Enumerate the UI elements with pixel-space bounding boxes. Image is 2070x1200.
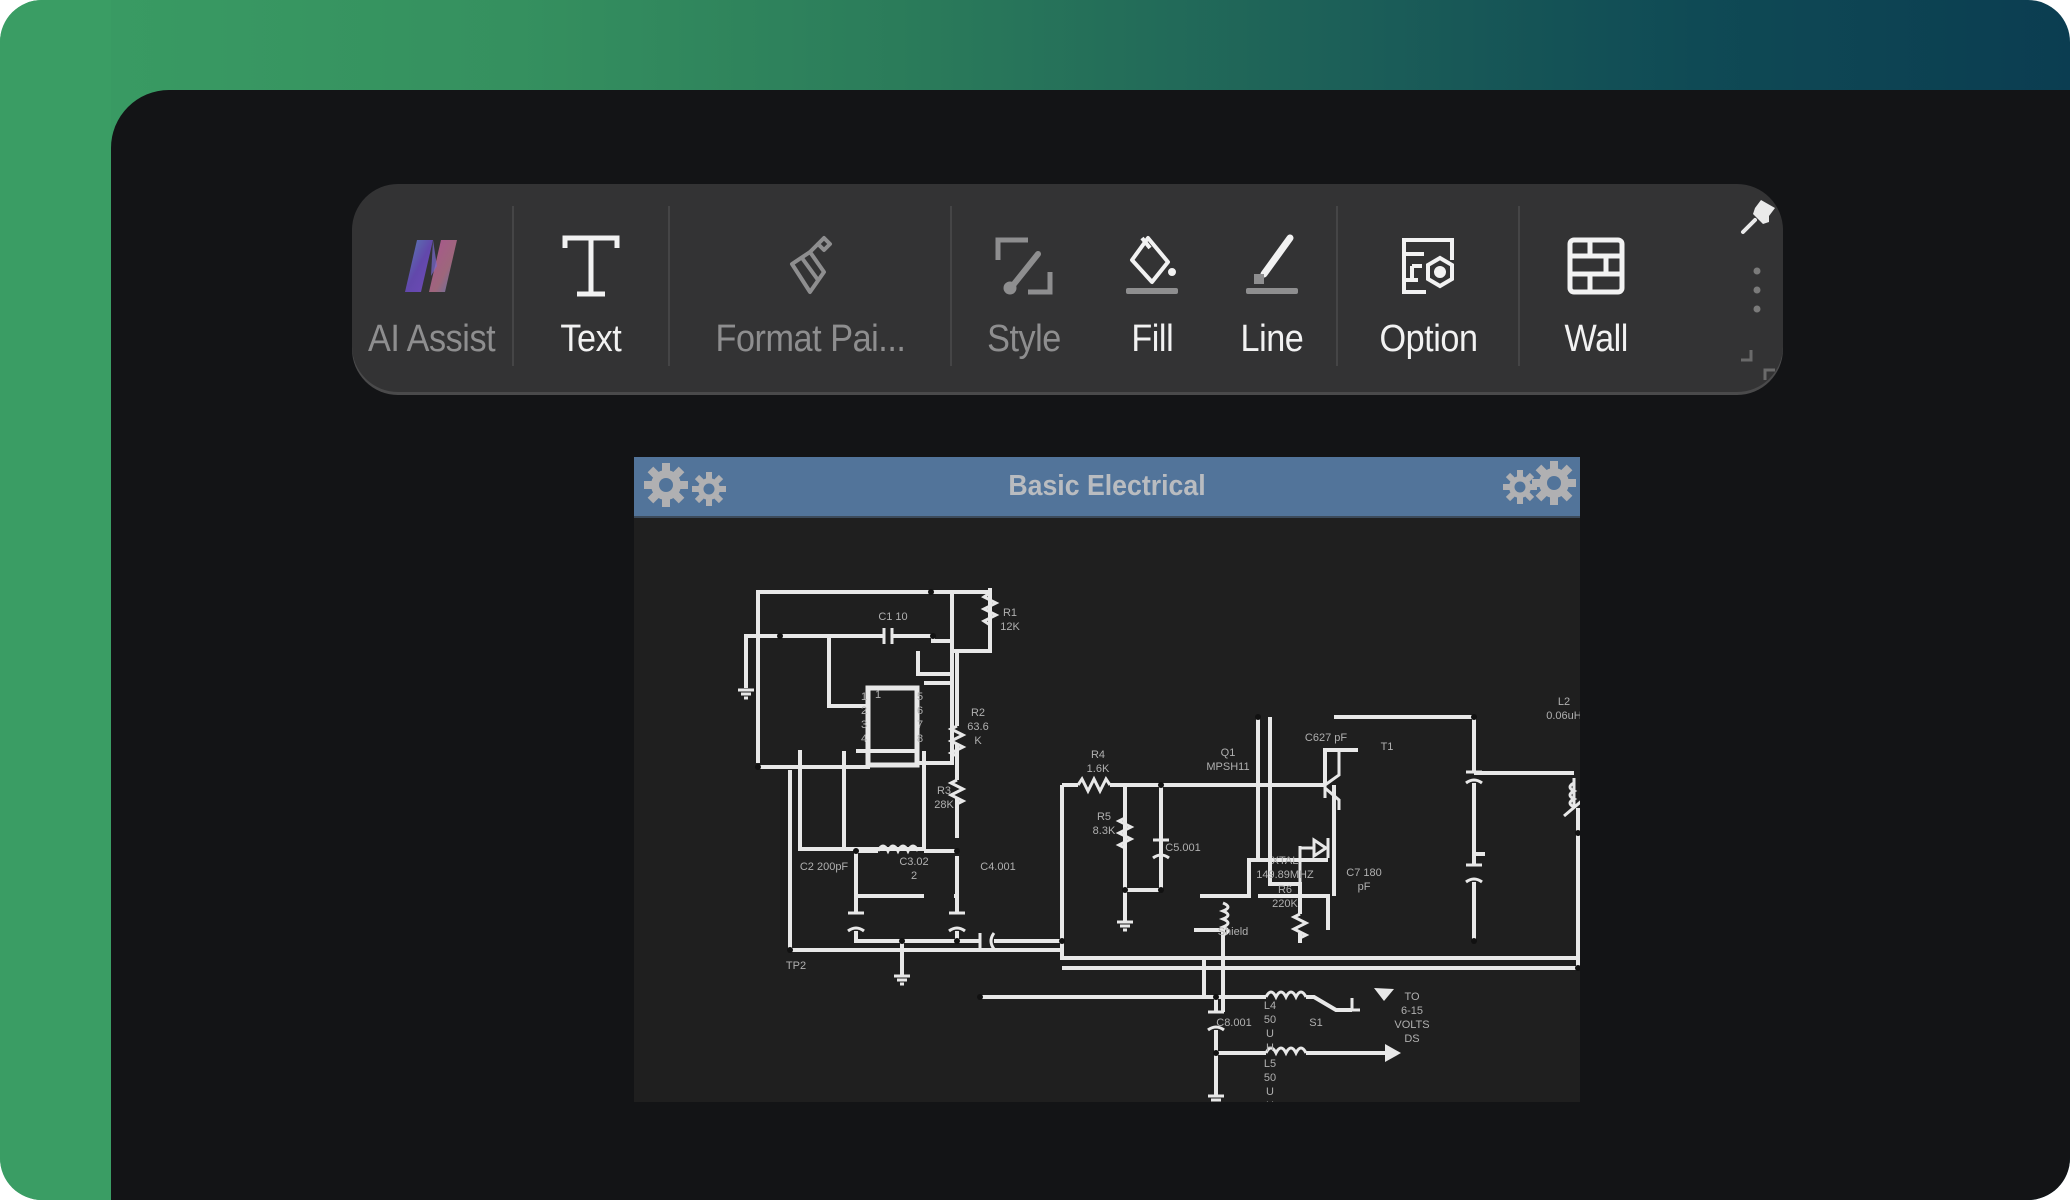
label-s1: S1 (1309, 1017, 1322, 1029)
label-c7-name: C7 180 (1346, 867, 1381, 879)
circuit-canvas[interactable]: C1 10 R1 12K R2 63.6 K R3 28K 1 2 3 4 1 … (634, 518, 1654, 1112)
label-r4-name: R4 (1091, 749, 1105, 761)
toolbar-label-line: Line (1240, 318, 1304, 360)
label-tp2: TP2 (786, 960, 806, 972)
label-power-4: DS (1404, 1033, 1419, 1045)
label-r5-name: R5 (1097, 811, 1111, 823)
toolbar-button-text[interactable]: Text (514, 184, 668, 392)
label-power-2: 6-15 (1401, 1005, 1423, 1017)
label-l4-name: L4 (1264, 1000, 1276, 1012)
label-pin-2: 2 (861, 705, 867, 717)
label-r5-value: 8.3K (1093, 825, 1116, 837)
label-l2-value: 0.06uH (1546, 710, 1580, 722)
label-l5-value: 50 (1264, 1072, 1276, 1084)
label-r3-name: R3 (937, 785, 951, 797)
label-c2: C2 200pF (800, 861, 849, 873)
toolbar-side-controls (1735, 184, 1783, 392)
label-r6-value: 220K (1272, 898, 1298, 910)
circuit-labels: C1 10 R1 12K R2 63.6 K R3 28K 1 2 3 4 1 … (786, 607, 1582, 1112)
label-r3-value: 28K (934, 799, 954, 811)
diagram-window[interactable]: Basic Electrical C1 10 R1 12K R2 63.6 K … (634, 457, 1654, 1112)
text-icon (559, 218, 623, 314)
label-pin-7: 7 (917, 719, 923, 731)
label-pin-5: 5 (917, 691, 923, 703)
label-xtal-name: XTAL (1272, 855, 1299, 867)
label-l4-h: H (1266, 1042, 1274, 1054)
label-c5: C5.001 (1165, 842, 1200, 854)
label-t1: T1 (1381, 741, 1394, 753)
more-vertical-icon[interactable] (1751, 266, 1763, 321)
floating-toolbar: AI Assist Text Format Pai... Style Fill … (352, 184, 1783, 392)
label-r2-unit: K (974, 735, 982, 747)
label-c3-value: 2 (911, 870, 917, 882)
toolbar-label-fill: Fill (1131, 318, 1173, 360)
label-shield: Shield (1218, 926, 1249, 938)
label-pin-6: 6 (917, 705, 923, 717)
label-l5-name: L5 (1264, 1058, 1276, 1070)
label-pin-8: 8 (917, 733, 923, 745)
toolbar-button-option[interactable]: Option (1338, 184, 1518, 392)
label-c1: C1 10 (878, 611, 907, 623)
label-l2-name: L2 (1558, 696, 1570, 708)
label-c3-name: C3.02 (899, 856, 928, 868)
label-l5-h: H (1266, 1100, 1274, 1102)
diagram-title: Basic Electrical (1008, 470, 1206, 502)
toolbar-label-wall: Wall (1564, 318, 1628, 360)
toolbar-button-line[interactable]: Line (1208, 184, 1336, 392)
arrow-s1 (1374, 988, 1394, 1001)
label-c8: C8.001 (1216, 1017, 1251, 1029)
label-r1-value: 12K (1000, 621, 1020, 633)
arrow-l5 (1385, 1044, 1401, 1062)
label-c4: C4.001 (980, 861, 1015, 873)
label-c7-unit: pF (1358, 881, 1371, 893)
label-xtal-value: 149.89MHZ (1256, 869, 1314, 881)
label-power-1: TO (1404, 991, 1420, 1003)
circuit-nodes (755, 589, 1581, 1056)
gears-icon[interactable] (1498, 459, 1578, 516)
fill-icon (1120, 218, 1184, 314)
line-icon (1240, 218, 1304, 314)
label-l4-value: 50 (1264, 1014, 1276, 1026)
toolbar-label-option: Option (1378, 318, 1478, 360)
toolbar-button-ai-assist[interactable]: AI Assist (352, 184, 512, 392)
wall-icon (1564, 218, 1628, 314)
toolbar-button-wall[interactable]: Wall (1520, 184, 1672, 392)
label-pin-3: 3 (861, 719, 867, 731)
toolbar-button-fill[interactable]: Fill (1096, 184, 1208, 392)
label-pin-inner: 1 (875, 689, 881, 701)
toolbar-button-style[interactable]: Style (952, 184, 1096, 392)
label-r2-value: 63.6 (967, 721, 988, 733)
label-r1-name: R1 (1003, 607, 1017, 619)
label-c6: C627 pF (1305, 732, 1347, 744)
label-l5-u: U (1266, 1086, 1274, 1098)
label-pin-1: 1 (861, 691, 867, 703)
label-l4-u: U (1266, 1028, 1274, 1040)
circuit-wires (744, 588, 1651, 1096)
toolbar-label-style: Style (987, 318, 1061, 360)
label-q1-name: Q1 (1221, 747, 1236, 759)
pin-icon[interactable] (1739, 196, 1779, 241)
option-icon (1396, 218, 1460, 314)
ai-assist-icon (397, 218, 467, 314)
label-r6-name: R6 (1278, 884, 1292, 896)
diagram-header: Basic Electrical (634, 457, 1580, 518)
toolbar-label-text: Text (560, 318, 622, 360)
resize-corner-icon[interactable] (1737, 344, 1777, 389)
toolbar-label-format-painter: Format Pai... (715, 318, 905, 360)
toolbar-button-format-painter[interactable]: Format Pai... (670, 184, 950, 392)
circuit-schematic: C1 10 R1 12K R2 63.6 K R3 28K 1 2 3 4 1 … (738, 588, 1654, 1112)
label-q1-value: MPSH11 (1206, 761, 1249, 773)
style-icon (992, 218, 1056, 314)
frame-left-band (0, 0, 111, 1200)
label-r2-name: R2 (971, 707, 985, 719)
label-pin-4: 4 (861, 733, 867, 745)
toolbar-label-ai-assist: AI Assist (368, 318, 496, 360)
label-power-3: VOLTS (1394, 1019, 1429, 1031)
label-r4-value: 1.6K (1087, 763, 1110, 775)
format-painter-icon (778, 218, 842, 314)
